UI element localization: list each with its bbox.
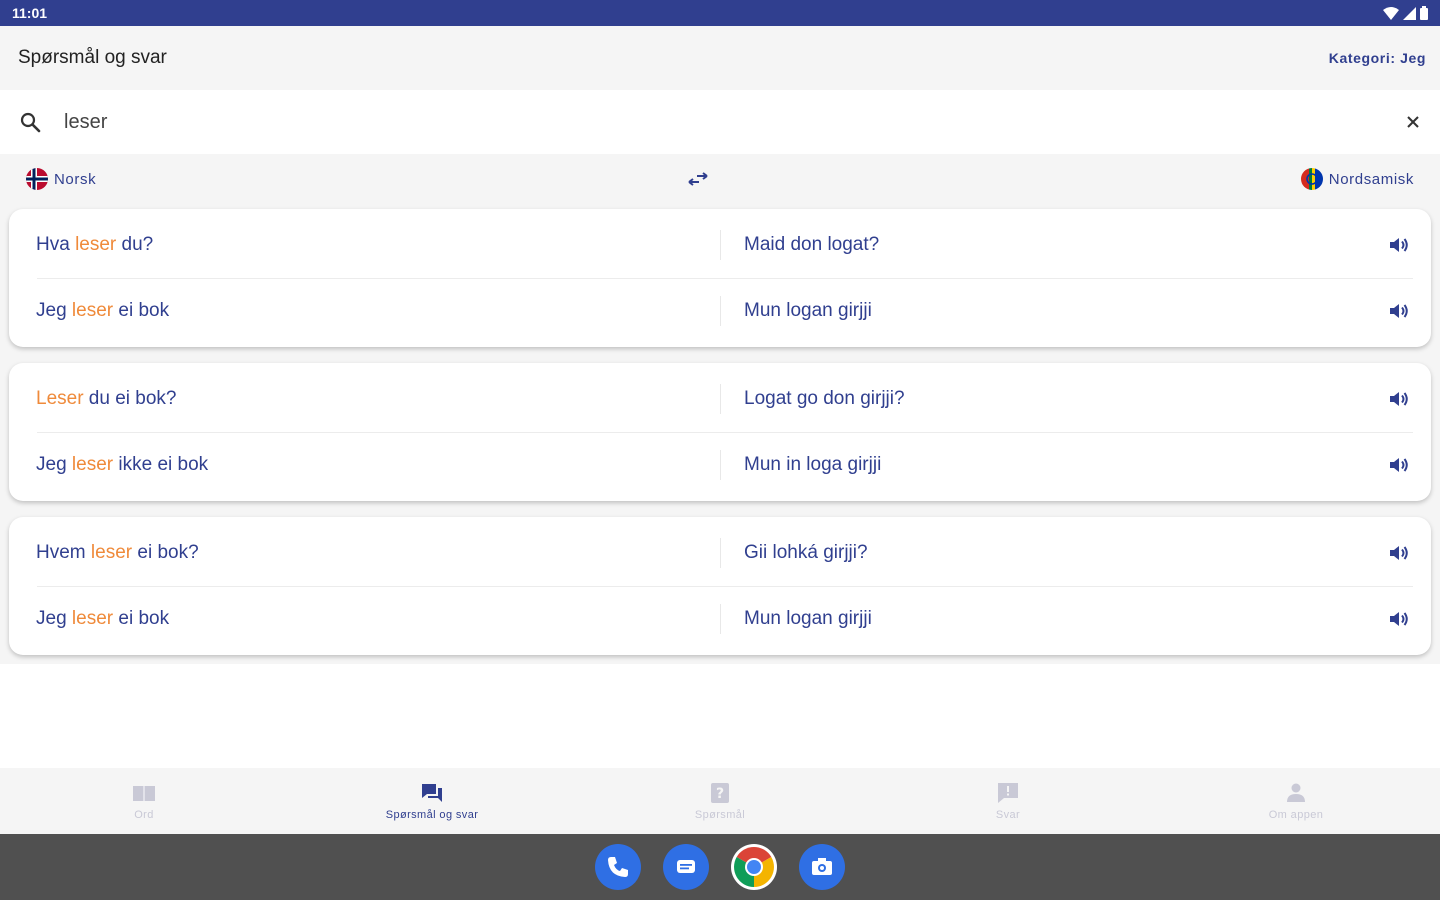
sami-text: Logat go don girjji? bbox=[744, 388, 905, 409]
norwegian-text: Hva leser du? bbox=[36, 234, 154, 255]
sami-flag-icon bbox=[1300, 168, 1323, 190]
column-divider bbox=[720, 538, 721, 568]
nav-item-svar[interactable]: Svar bbox=[864, 768, 1152, 834]
column-divider bbox=[720, 450, 721, 480]
speaker-icon[interactable] bbox=[1387, 233, 1411, 257]
phone-icon[interactable] bbox=[595, 844, 641, 890]
nav-item-ord[interactable]: Ord bbox=[0, 768, 288, 834]
battery-icon bbox=[1420, 6, 1428, 20]
nav-label: Svar bbox=[995, 809, 1021, 821]
qa-card: Leser du ei bok? Logat go don girjji? Je… bbox=[9, 363, 1431, 501]
norway-flag-icon bbox=[26, 168, 48, 190]
answer-row[interactable]: Jeg leser ei bok Mun logan girjji bbox=[9, 587, 1431, 651]
source-language[interactable]: Norsk bbox=[26, 168, 96, 190]
nav-label: Spørsmål og svar bbox=[385, 809, 479, 821]
sami-text: Gii lohká girjji? bbox=[744, 542, 868, 563]
answer-row[interactable]: Jeg leser ikke ei bok Mun in loga girjji bbox=[9, 433, 1431, 497]
chat-icon bbox=[422, 784, 442, 802]
nav-label: Ord bbox=[134, 809, 154, 821]
signal-icon bbox=[1403, 6, 1416, 20]
app-bar: Spørsmål og svar Kategori: Jeg bbox=[0, 26, 1440, 90]
answer-row[interactable]: Jeg leser ei bok Mun logan girjji bbox=[9, 279, 1431, 343]
status-time: 11:01 bbox=[12, 5, 48, 21]
chrome-icon[interactable] bbox=[731, 844, 777, 890]
nav-item-sporsmal-og-svar[interactable]: Spørsmål og svar bbox=[288, 768, 576, 834]
sami-text: Mun in loga girjji bbox=[744, 454, 882, 475]
qa-card: Hva leser du? Maid don logat? Jeg leser … bbox=[9, 209, 1431, 347]
nav-label: Spørsmål bbox=[694, 809, 746, 821]
category-label[interactable]: Kategori: Jeg bbox=[1329, 50, 1426, 66]
close-icon[interactable] bbox=[1402, 111, 1424, 133]
book-icon bbox=[133, 786, 155, 801]
wifi-icon bbox=[1383, 6, 1399, 20]
qa-list: Hva leser du? Maid don logat? Jeg leser … bbox=[0, 204, 1440, 664]
column-divider bbox=[720, 604, 721, 634]
svg-text:?: ? bbox=[716, 786, 724, 802]
status-bar: 11:01 bbox=[0, 0, 1440, 26]
norwegian-text: Jeg leser ikke ei bok bbox=[36, 454, 209, 475]
messages-icon[interactable] bbox=[663, 844, 709, 890]
speaker-icon[interactable] bbox=[1387, 607, 1411, 631]
sami-text: Mun logan girjji bbox=[744, 300, 872, 321]
column-divider bbox=[720, 230, 721, 260]
speaker-icon[interactable] bbox=[1387, 453, 1411, 477]
norwegian-text: Jeg leser ei bok bbox=[36, 608, 170, 629]
norwegian-text: Leser du ei bok? bbox=[36, 388, 177, 409]
source-language-label: Norsk bbox=[54, 170, 97, 188]
system-dock bbox=[0, 834, 1440, 900]
search-bar bbox=[0, 90, 1440, 154]
question-row[interactable]: Hva leser du? Maid don logat? bbox=[9, 213, 1431, 277]
column-divider bbox=[720, 384, 721, 414]
target-language-label: Nordsamisk bbox=[1328, 170, 1414, 188]
sami-text: Mun logan girjji bbox=[744, 608, 872, 629]
camera-icon[interactable] bbox=[799, 844, 845, 890]
page-title: Spørsmål og svar bbox=[18, 47, 167, 68]
search-icon bbox=[20, 112, 41, 133]
bottom-navigation: Ord Spørsmål og svar ? Spørsmål Svar Om … bbox=[0, 768, 1440, 834]
nav-item-om-appen[interactable]: Om appen bbox=[1152, 768, 1440, 834]
speaker-icon[interactable] bbox=[1387, 541, 1411, 565]
status-icons bbox=[1383, 6, 1428, 20]
question-icon: ? bbox=[711, 783, 729, 803]
norwegian-text: Hvem leser ei bok? bbox=[36, 542, 199, 563]
nav-item-sporsmal[interactable]: ? Spørsmål bbox=[576, 768, 864, 834]
norwegian-text: Jeg leser ei bok bbox=[36, 300, 170, 321]
column-divider bbox=[720, 296, 721, 326]
person-icon bbox=[1287, 783, 1305, 802]
sami-text: Maid don logat? bbox=[744, 234, 880, 255]
swap-icon[interactable] bbox=[685, 169, 711, 189]
nav-label: Om appen bbox=[1268, 809, 1324, 821]
speaker-icon[interactable] bbox=[1387, 387, 1411, 411]
speaker-icon[interactable] bbox=[1387, 299, 1411, 323]
target-language[interactable]: Nordsamisk bbox=[1300, 168, 1414, 190]
search-input[interactable] bbox=[64, 102, 1402, 142]
question-row[interactable]: Leser du ei bok? Logat go don girjji? bbox=[9, 367, 1431, 431]
answer-icon bbox=[998, 783, 1018, 803]
qa-card: Hvem leser ei bok? Gii lohká girjji? Jeg… bbox=[9, 517, 1431, 655]
language-row: Norsk Nordsamisk bbox=[0, 154, 1440, 204]
question-row[interactable]: Hvem leser ei bok? Gii lohká girjji? bbox=[9, 521, 1431, 585]
